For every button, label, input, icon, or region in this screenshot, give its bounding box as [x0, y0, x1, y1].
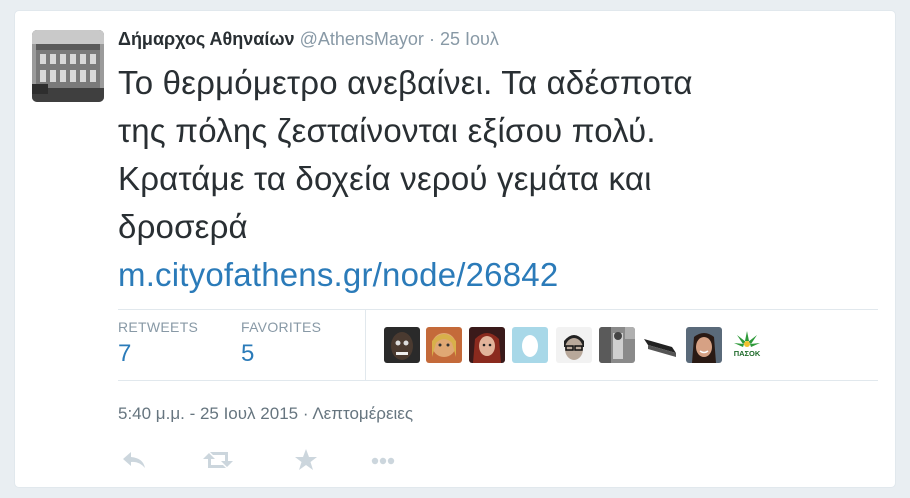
avatar-grey-photo[interactable] [599, 327, 635, 363]
details-link[interactable]: Λεπτομέρειες [312, 404, 413, 423]
avatar-default-egg[interactable] [512, 327, 548, 363]
avatar-red-haired-woman[interactable] [469, 327, 505, 363]
stats-divider [365, 310, 366, 380]
user-handle[interactable]: @AthensMayor [300, 29, 424, 49]
building-photo-icon [32, 30, 104, 102]
header-separator: · [428, 29, 435, 49]
paok-logo-text: ΠΑΣΟΚ [734, 349, 761, 358]
avatar-smiling-woman[interactable] [686, 327, 722, 363]
retweets-label: RETWEETS [118, 319, 199, 335]
meta-separator: · [302, 404, 309, 423]
tweet-text: Το θερμόμετρο ανεβαίνει. Τα αδέσποτα της… [118, 59, 858, 299]
favorite-star-icon [295, 449, 317, 470]
reply-icon [123, 452, 145, 468]
avatar-dark-face[interactable] [384, 327, 420, 363]
more-dots-icon [371, 457, 395, 465]
favorites-count[interactable]: 5 [241, 340, 321, 368]
avatar-man-glasses[interactable] [556, 327, 592, 363]
tweet-header: Δήμαρχος Αθηναίων @AthensMayor · 25 Ιουλ [118, 29, 499, 50]
retweet-icon [203, 452, 233, 468]
tweet-meta: 5:40 μ.μ. - 25 Ιουλ 2015 · Λεπτομέρειες [118, 404, 413, 424]
tweet-card: Δήμαρχος Αθηναίων @AthensMayor · 25 Ιουλ… [14, 10, 896, 488]
display-name[interactable]: Δήμαρχος Αθηναίων [118, 29, 295, 49]
more-button[interactable] [368, 447, 398, 473]
tweet-timestamp: 5:40 μ.μ. - 25 Ιουλ 2015 [118, 404, 299, 423]
reply-button[interactable] [119, 447, 149, 473]
avatar[interactable] [32, 30, 104, 102]
favorites-label: FAVORITES [241, 319, 322, 335]
favorite-button[interactable] [291, 447, 321, 473]
retweets-stat[interactable]: RETWEETS 7 [118, 319, 198, 368]
tweet-text-line: δροσερά [118, 208, 248, 245]
avatar-blonde-woman[interactable] [426, 327, 462, 363]
tweet-link[interactable]: m.cityofathens.gr/node/26842 [118, 251, 858, 299]
tweet-text-line: της πόλης ζεσταίνονται εξίσου πολύ. [118, 112, 656, 149]
avatar-black-object[interactable] [642, 327, 678, 363]
tweet-text-line: Το θερμόμετρο ανεβαίνει. Τα αδέσποτα [118, 64, 693, 101]
retweet-button[interactable] [201, 447, 233, 473]
retweets-count[interactable]: 7 [118, 340, 198, 368]
favorites-stat[interactable]: FAVORITES 5 [241, 319, 321, 368]
tweet-date[interactable]: 25 Ιουλ [440, 29, 499, 49]
tweet-stats: RETWEETS 7 FAVORITES 5 ΠΑΣΟΚ [118, 309, 878, 381]
avatar-paok-logo[interactable]: ΠΑΣΟΚ [729, 327, 765, 363]
tweet-text-line: Κρατάμε τα δοχεία νερού γεμάτα και [118, 160, 652, 197]
